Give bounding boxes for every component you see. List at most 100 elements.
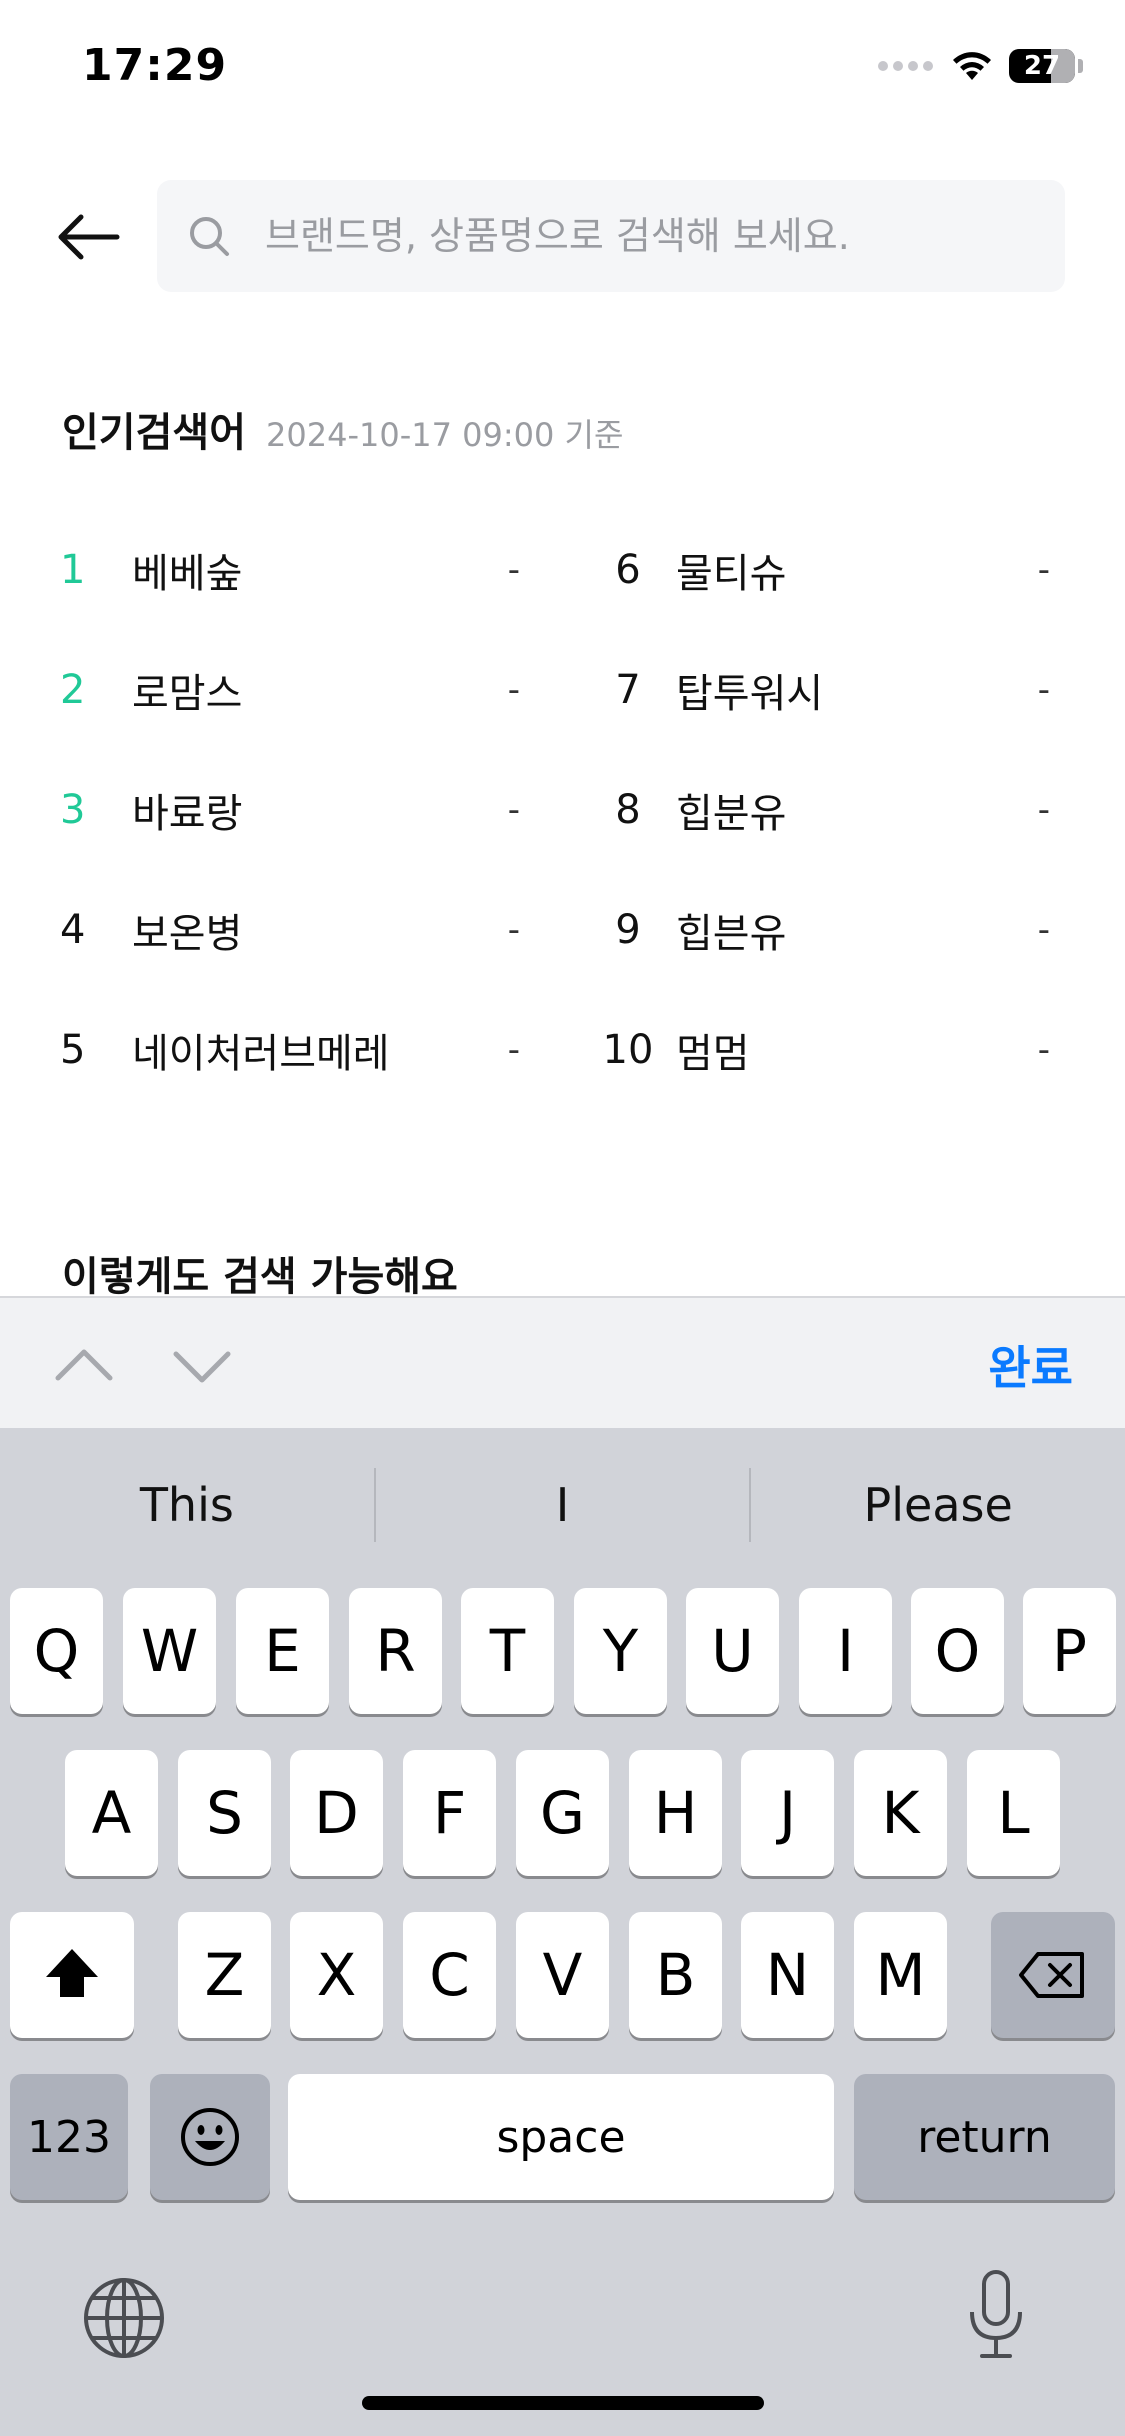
key-a[interactable]: A	[65, 1750, 158, 1876]
rank-change: -	[507, 670, 520, 710]
key-x[interactable]: X	[290, 1912, 383, 2038]
wifi-icon	[953, 52, 991, 80]
key-f[interactable]: F	[403, 1750, 496, 1876]
rank-change: -	[507, 910, 520, 950]
key-y[interactable]: Y	[574, 1588, 667, 1714]
status-icons: 27	[878, 46, 1083, 86]
popular-title: 인기검색어	[62, 410, 246, 456]
key-p[interactable]: P	[1023, 1588, 1116, 1714]
space-key[interactable]: space	[288, 2074, 834, 2200]
key-s[interactable]: S	[178, 1750, 271, 1876]
key-q[interactable]: Q	[10, 1588, 103, 1714]
rank-number: 8	[615, 787, 641, 833]
rank-number: 4	[60, 907, 86, 953]
chevron-down-icon[interactable]	[170, 1334, 234, 1398]
search-box[interactable]	[157, 180, 1065, 292]
rank-item-2[interactable]: 2 로맘스 -	[60, 630, 520, 750]
rank-keyword: 힙분유	[676, 791, 787, 837]
rank-item-7[interactable]: 7 탑투워시 -	[600, 630, 1050, 750]
key-h[interactable]: H	[629, 1750, 722, 1876]
chevron-up-icon[interactable]	[52, 1334, 116, 1398]
key-j[interactable]: J	[741, 1750, 834, 1876]
numbers-key[interactable]: 123	[10, 2074, 128, 2200]
search-icon	[190, 217, 229, 256]
rank-item-9[interactable]: 9 힙븐유 -	[600, 870, 1050, 990]
key-w[interactable]: W	[123, 1588, 216, 1714]
key-l[interactable]: L	[967, 1750, 1060, 1876]
battery-icon: 27	[1009, 49, 1075, 83]
rank-number: 10	[602, 1027, 654, 1073]
suggestion-3[interactable]: Please	[751, 1478, 1125, 1532]
rank-keyword: 탑투워시	[676, 671, 824, 717]
numbers-key-label: 123	[27, 2111, 111, 2163]
rank-change: -	[507, 790, 520, 830]
rank-change: -	[507, 550, 520, 590]
key-b[interactable]: B	[629, 1912, 722, 2038]
rank-number: 1	[60, 547, 86, 593]
key-t[interactable]: T	[461, 1588, 554, 1714]
rank-item-8[interactable]: 8 힙분유 -	[600, 750, 1050, 870]
rank-item-5[interactable]: 5 네이처러브메레 -	[60, 990, 520, 1110]
status-time: 17:29	[82, 40, 228, 91]
emoji-icon	[181, 2108, 239, 2166]
rank-item-10[interactable]: 10 멈멈 -	[600, 990, 1050, 1110]
rank-number: 2	[60, 667, 86, 713]
screen: 17:29 27 브랜드명, 상품명으로 검색해 보세요. 인기검색어 2024…	[0, 0, 1125, 2436]
home-indicator	[362, 2396, 764, 2410]
rank-change: -	[1037, 910, 1050, 950]
backspace-key[interactable]	[991, 1912, 1115, 2038]
search-input[interactable]	[265, 214, 1025, 258]
rank-column-left: 1 베베숲 - 2 로맘스 - 3 바료랑 - 4 보온병 - 5 네이처러브메	[60, 510, 520, 1110]
rank-change: -	[1037, 670, 1050, 710]
rank-keyword: 보온병	[132, 911, 243, 957]
key-z[interactable]: Z	[178, 1912, 271, 2038]
key-v[interactable]: V	[516, 1912, 609, 2038]
key-e[interactable]: E	[236, 1588, 329, 1714]
key-c[interactable]: C	[403, 1912, 496, 2038]
globe-icon[interactable]	[82, 2276, 166, 2360]
rank-keyword: 힙븐유	[676, 911, 787, 957]
key-n[interactable]: N	[741, 1912, 834, 2038]
return-key[interactable]: return	[854, 2074, 1115, 2200]
rank-item-3[interactable]: 3 바료랑 -	[60, 750, 520, 870]
rank-keyword: 베베숲	[132, 551, 243, 597]
return-key-label: return	[917, 2111, 1052, 2163]
rank-item-4[interactable]: 4 보온병 -	[60, 870, 520, 990]
microphone-icon[interactable]	[966, 2268, 1026, 2362]
popular-updated-time: 2024-10-17 09:00 기준	[266, 416, 624, 454]
key-m[interactable]: M	[854, 1912, 947, 2038]
suggestion-1[interactable]: This	[0, 1478, 374, 1532]
key-i[interactable]: I	[799, 1588, 892, 1714]
rank-keyword: 로맘스	[132, 671, 243, 717]
key-g[interactable]: G	[516, 1750, 609, 1876]
key-r[interactable]: R	[349, 1588, 442, 1714]
done-button[interactable]: 완료	[988, 1332, 1073, 1398]
key-k[interactable]: K	[854, 1750, 947, 1876]
rank-number: 5	[60, 1027, 86, 1073]
battery-nub	[1078, 59, 1083, 73]
key-d[interactable]: D	[290, 1750, 383, 1876]
rank-number: 6	[615, 547, 641, 593]
shift-key[interactable]	[10, 1912, 134, 2038]
backspace-icon	[1019, 1952, 1084, 1998]
rank-number: 3	[60, 787, 86, 833]
emoji-key[interactable]	[150, 2074, 270, 2200]
rank-item-1[interactable]: 1 베베숲 -	[60, 510, 520, 630]
rank-column-right: 6 물티슈 - 7 탑투워시 - 8 힙분유 - 9 힙븐유 - 10 멈멈 -	[600, 510, 1050, 1110]
rank-keyword: 바료랑	[132, 791, 243, 837]
status-bar: 17:29 27	[0, 0, 1125, 140]
key-o[interactable]: O	[911, 1588, 1004, 1714]
suggestion-2[interactable]: I	[376, 1478, 750, 1532]
keyboard-accessory-bar: 완료	[0, 1296, 1125, 1428]
rank-item-6[interactable]: 6 물티슈 -	[600, 510, 1050, 630]
space-key-label: space	[496, 2111, 626, 2163]
predictive-bar: This I Please	[0, 1428, 1125, 1582]
search-header	[0, 178, 1125, 294]
key-u[interactable]: U	[686, 1588, 779, 1714]
back-button[interactable]	[52, 200, 126, 274]
rank-number: 9	[615, 907, 641, 953]
shift-icon	[46, 1949, 98, 1997]
rank-keyword: 물티슈	[676, 551, 787, 597]
rank-change: -	[1037, 550, 1050, 590]
cellular-signal-icon	[878, 61, 933, 71]
